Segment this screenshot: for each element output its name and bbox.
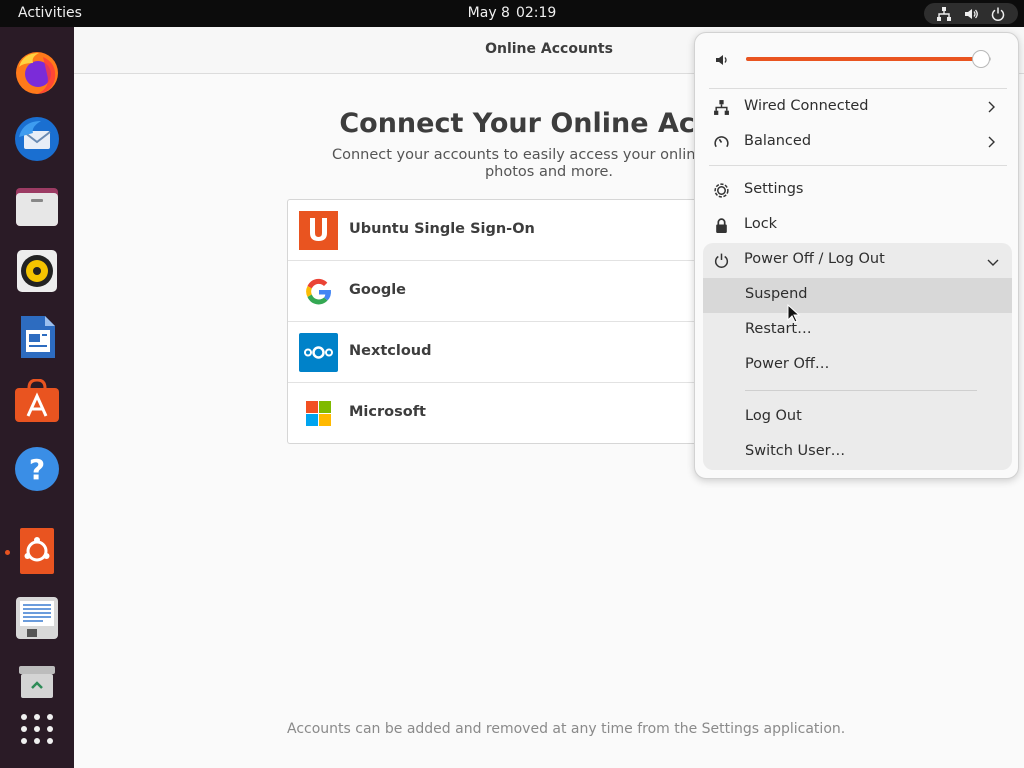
provider-row-ubuntu-sso[interactable]: Ubuntu Single Sign-On [288,200,748,261]
footer-note: Accounts can be added and removed at any… [287,721,846,737]
ubuntu-installer-icon[interactable] [13,527,61,575]
show-applications-icon[interactable] [13,708,61,756]
power-off-log-out-item[interactable]: Power Off / Log Out [703,243,1012,278]
rhythmbox-icon[interactable] [13,247,61,295]
menu-item-label: Log Out [745,408,802,424]
lock-icon [713,217,730,234]
menu-item-label: Power Off… [745,356,830,372]
menu-separator [709,88,1007,89]
libreoffice-writer-icon[interactable] [13,313,61,361]
thunderbird-icon[interactable] [13,115,61,163]
power-icon [713,252,730,269]
clock[interactable]: May 8 02:19 [0,5,1024,21]
menu-item-label: Suspend [745,286,808,302]
menu-item-label: Restart… [745,321,812,337]
google-icon [299,272,338,311]
svg-text:?: ? [29,453,45,486]
running-indicator [5,550,10,555]
menu-item-power-mode[interactable]: Balanced [695,125,1020,160]
volume-slider-fill [746,57,982,61]
volume-slider[interactable] [746,50,991,68]
provider-name: Google [349,282,407,298]
menu-separator [709,165,1007,166]
menu-item-restart[interactable]: Restart… [703,313,1012,348]
volume-icon [714,52,730,72]
system-status-area[interactable] [924,3,1018,24]
chevron-right-icon [986,100,996,118]
trash-icon[interactable] [13,658,61,706]
text-editor-icon[interactable] [13,594,61,642]
menu-item-label: Lock [744,216,778,232]
provider-name: Microsoft [349,404,426,420]
provider-name: Ubuntu Single Sign-On [349,221,535,237]
system-menu: Wired Connected Balanced Settings Lock P… [694,32,1019,479]
menu-item-label: Settings [744,181,804,197]
provider-name: Nextcloud [349,343,432,359]
firefox-icon[interactable] [13,49,61,97]
provider-list: Ubuntu Single Sign-On Google Nextcloud M… [287,199,748,444]
provider-row-google[interactable]: Google [288,261,748,322]
files-icon[interactable] [13,181,61,229]
power-profile-icon [713,134,730,151]
menu-item-suspend[interactable]: Suspend [703,278,1012,313]
network-wired-icon [713,99,730,116]
menu-item-log-out[interactable]: Log Out [703,400,1012,435]
menu-item-label: Wired Connected [744,98,869,114]
ubuntu-sso-icon [299,211,338,250]
clock-date: May 8 [467,5,510,21]
gear-icon [713,182,730,199]
menu-item-wired[interactable]: Wired Connected [695,90,1020,125]
help-icon[interactable]: ? [13,445,61,493]
provider-row-microsoft[interactable]: Microsoft [288,383,748,444]
menu-separator [745,390,977,391]
menu-item-lock[interactable]: Lock [695,208,1020,243]
microsoft-icon [299,394,338,433]
menu-item-power-off[interactable]: Power Off… [703,348,1012,383]
nextcloud-icon [299,333,338,372]
chevron-right-icon [986,135,996,153]
menu-item-label: Power Off / Log Out [744,251,885,267]
ubuntu-software-icon[interactable] [13,379,61,427]
network-wired-icon [936,6,952,22]
menu-item-label: Switch User… [745,443,846,459]
volume-slider-handle[interactable] [972,50,991,68]
chevron-down-icon [986,255,1000,271]
volume-row [695,33,1020,85]
mouse-cursor-icon [787,303,801,328]
menu-item-settings[interactable]: Settings [695,173,1020,208]
provider-row-nextcloud[interactable]: Nextcloud [288,322,748,383]
volume-icon [963,6,979,22]
menu-item-switch-user[interactable]: Switch User… [703,435,1012,470]
power-icon [990,6,1006,22]
clock-time: 02:19 [515,5,557,21]
dock: ? [0,27,74,768]
top-bar: Activities May 8 02:19 [0,0,1024,27]
menu-item-label: Balanced [744,133,812,149]
power-submenu: Power Off / Log Out Suspend Restart… Pow… [703,243,1012,470]
